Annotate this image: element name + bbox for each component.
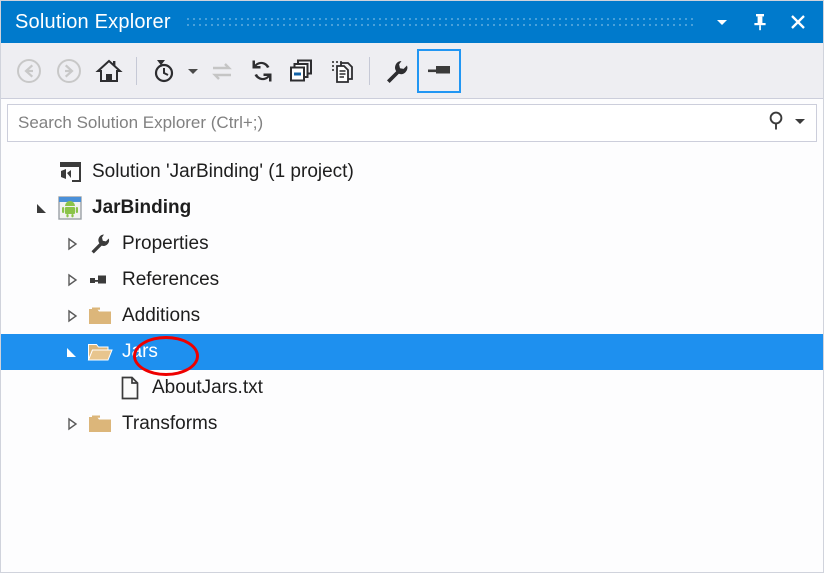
tree-row-jarbinding-project[interactable]: JarBinding	[1, 190, 823, 226]
window-dropdown-chevron-icon[interactable]	[711, 10, 733, 34]
tree-item-label: Additions	[122, 305, 201, 326]
references-icon	[85, 270, 115, 290]
solution-explorer-window: Solution Explorer Search Solution Explor…	[0, 0, 824, 573]
window-controls	[711, 10, 813, 34]
toolbar-separator	[136, 56, 137, 85]
search-icon[interactable]	[767, 110, 789, 137]
folder-closed-icon	[85, 413, 115, 435]
tree-item-label: Jars	[122, 341, 158, 362]
back-button[interactable]	[9, 51, 49, 91]
search-options-chevron-down-icon[interactable]	[794, 114, 806, 132]
window-title-bar: Solution Explorer	[1, 1, 823, 43]
pin-icon[interactable]	[749, 10, 771, 34]
refresh-button[interactable]	[242, 51, 282, 91]
solution-tree: Solution 'JarBinding' (1 project) JarBin…	[1, 146, 823, 564]
android-project-icon	[55, 196, 85, 220]
twisty-collapsed-icon[interactable]	[59, 273, 85, 287]
tree-item-label: Properties	[122, 233, 209, 254]
toolbar-separator-2	[369, 56, 370, 85]
title-drag-handle[interactable]	[184, 16, 697, 28]
twisty-collapsed-icon[interactable]	[59, 237, 85, 251]
tree-row-transforms[interactable]: Transforms	[1, 406, 823, 442]
search-box-controls	[767, 110, 816, 137]
tree-row-jars[interactable]: Jars	[1, 334, 823, 370]
tree-item-label: Transforms	[122, 413, 218, 434]
twisty-expanded-icon[interactable]	[29, 201, 55, 215]
home-button[interactable]	[89, 51, 129, 91]
folder-open-icon	[85, 341, 115, 363]
properties-button[interactable]	[377, 51, 417, 91]
forward-button[interactable]	[49, 51, 89, 91]
tree-item-label: AboutJars.txt	[152, 377, 263, 398]
search-input[interactable]	[8, 105, 767, 141]
solution-explorer-toolbar	[1, 43, 823, 99]
twisty-expanded-icon[interactable]	[59, 345, 85, 359]
show-all-files-button[interactable]	[322, 51, 362, 91]
tree-item-label: JarBinding	[92, 197, 192, 218]
search-box[interactable]	[7, 104, 817, 142]
tree-row-references[interactable]: References	[1, 262, 823, 298]
sync-with-active-document-button[interactable]	[202, 51, 242, 91]
tree-row-aboutjars-txt[interactable]: AboutJars.txt	[1, 370, 823, 406]
pending-changes-filter-button[interactable]	[144, 51, 184, 91]
tree-row-solution[interactable]: Solution 'JarBinding' (1 project)	[1, 154, 823, 190]
twisty-collapsed-icon[interactable]	[59, 417, 85, 431]
twisty-collapsed-icon[interactable]	[59, 309, 85, 323]
tree-row-properties[interactable]: Properties	[1, 226, 823, 262]
tree-row-additions[interactable]: Additions	[1, 298, 823, 334]
pending-changes-filter-dropdown-chevron-icon[interactable]	[184, 51, 202, 91]
collapse-all-button[interactable]	[282, 51, 322, 91]
tree-item-label: References	[122, 269, 220, 290]
preview-selected-items-button[interactable]	[417, 48, 461, 93]
wrench-icon	[85, 232, 115, 256]
tree-item-label: Solution 'JarBinding' (1 project)	[92, 161, 354, 182]
window-title: Solution Explorer	[15, 11, 171, 33]
solution-icon	[55, 161, 85, 183]
text-file-icon	[115, 376, 145, 400]
folder-closed-icon	[85, 305, 115, 327]
close-icon[interactable]	[787, 10, 809, 34]
